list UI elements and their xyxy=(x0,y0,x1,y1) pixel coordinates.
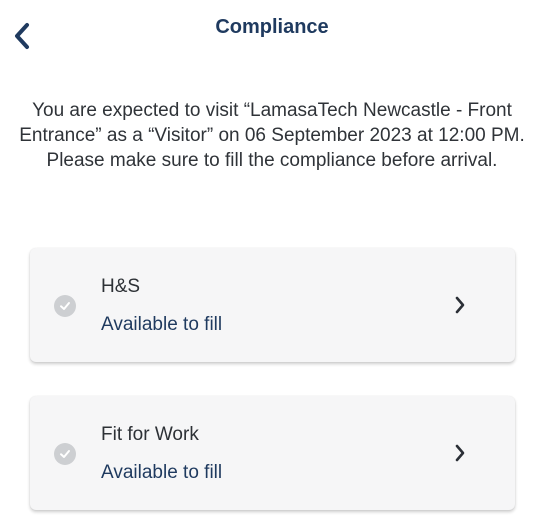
compliance-item-status: Available to fill xyxy=(101,314,223,335)
chevron-right-icon xyxy=(453,442,467,464)
compliance-item-name: Fit for Work xyxy=(101,424,199,445)
compliance-item-hs[interactable]: H&S Available to fill xyxy=(30,248,515,362)
chevron-right-icon xyxy=(453,294,467,316)
check-circle-icon xyxy=(54,443,76,465)
page-title: Compliance xyxy=(215,16,329,38)
compliance-screen: Compliance You are expected to visit “La… xyxy=(0,0,544,528)
header: Compliance xyxy=(0,0,544,62)
visit-info-text: You are expected to visit “LamasaTech Ne… xyxy=(19,100,525,171)
compliance-item-name: H&S xyxy=(101,276,141,297)
compliance-item-fit-for-work[interactable]: Fit for Work Available to fill xyxy=(30,396,515,510)
compliance-item-status: Available to fill xyxy=(101,462,223,483)
check-circle-icon xyxy=(54,295,76,317)
